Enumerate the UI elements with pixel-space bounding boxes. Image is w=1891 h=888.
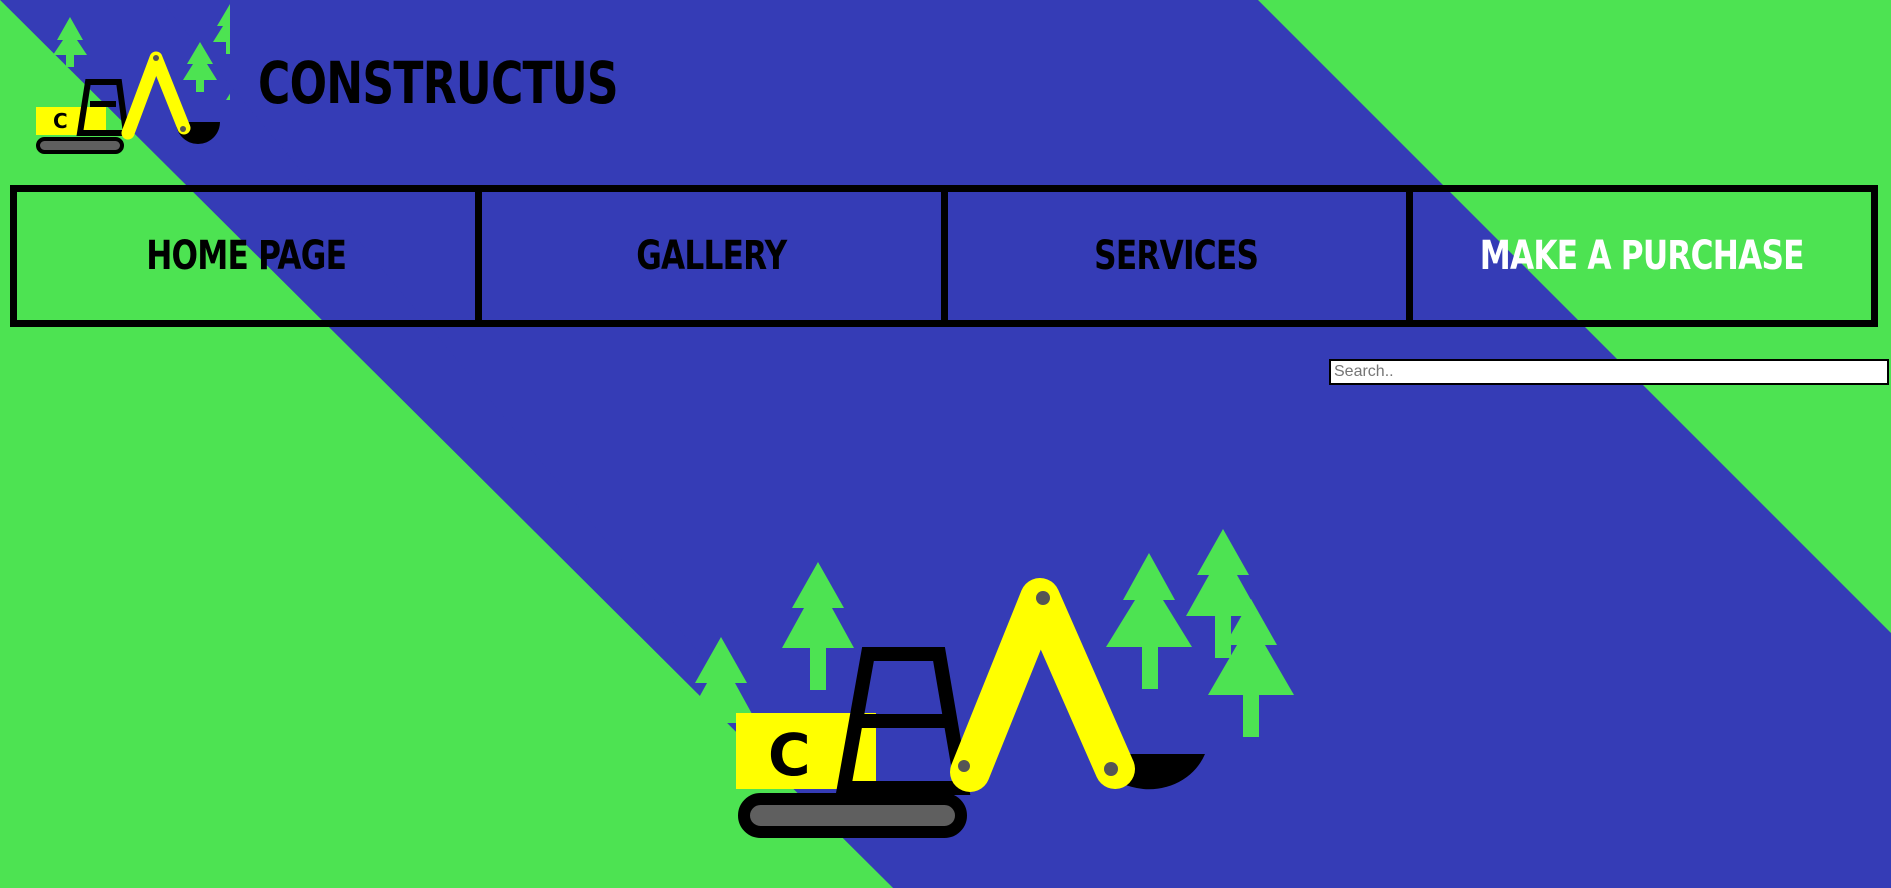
tree-icon: [1106, 553, 1192, 647]
tree-icon: [782, 562, 854, 648]
logo-letter: C: [53, 109, 68, 133]
tree-trunk: [711, 723, 727, 765]
arm-joint: [1036, 591, 1050, 605]
tree-trunk: [1142, 647, 1158, 689]
site-title: CONSTRUCTUS: [258, 49, 619, 117]
tree-trunk: [1243, 695, 1259, 737]
tree-icon: [685, 637, 757, 723]
main-nav: HOME PAGE GALLERY SERVICES MAKE A PURCHA…: [10, 185, 1878, 327]
excavator-logo-icon[interactable]: C: [30, 0, 230, 160]
nav-label-services: SERVICES: [1094, 233, 1260, 279]
nav-label-gallery: GALLERY: [636, 233, 787, 279]
arm-joint: [958, 760, 970, 772]
search-input[interactable]: [1329, 359, 1889, 385]
nav-home-page[interactable]: HOME PAGE: [17, 192, 475, 320]
nav-services[interactable]: SERVICES: [940, 192, 1406, 320]
arm-joint: [1104, 762, 1118, 776]
nav-make-a-purchase[interactable]: MAKE A PURCHASE: [1405, 192, 1871, 320]
nav-gallery[interactable]: GALLERY: [475, 192, 940, 320]
tree-trunk: [810, 648, 826, 690]
hero-logo-letter: C: [768, 721, 811, 789]
tree-trunk: [1215, 616, 1231, 658]
nav-label-home-page: HOME PAGE: [146, 233, 347, 279]
nav-label-make-a-purchase: MAKE A PURCHASE: [1479, 233, 1805, 279]
excavator-arm: [950, 578, 1135, 792]
excavator-illustration: C: [685, 529, 1294, 838]
track: [738, 793, 967, 838]
